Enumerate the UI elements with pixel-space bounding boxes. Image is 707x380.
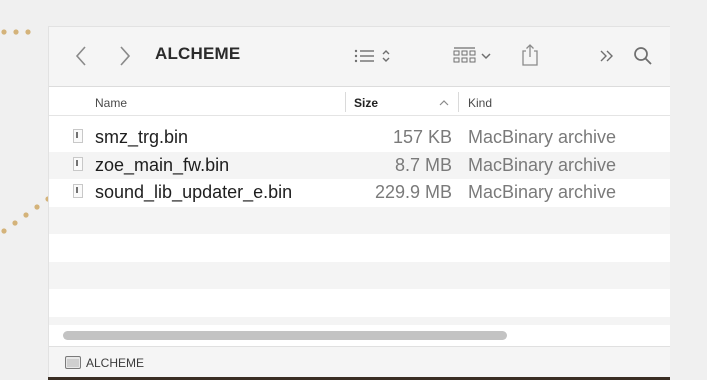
empty-row	[49, 234, 670, 262]
file-kind: MacBinary archive	[468, 182, 617, 202]
column-divider[interactable]	[345, 92, 346, 112]
file-list: smz_trg.bin 157 KB MacBinary archive zoe…	[49, 124, 670, 325]
column-name[interactable]: Name	[95, 96, 127, 110]
document-icon	[73, 129, 83, 143]
folder-icon	[65, 356, 81, 369]
file-kind: MacBinary archive	[468, 127, 617, 147]
share-icon[interactable]	[521, 43, 539, 67]
column-size[interactable]: Size	[354, 96, 378, 110]
file-name: zoe_main_fw.bin	[95, 154, 230, 175]
toolbar: ALCHEME	[49, 27, 670, 87]
file-row[interactable]: sound_lib_updater_e.bin 229.9 MB MacBina…	[49, 179, 670, 207]
path-item[interactable]: ALCHEME	[86, 356, 144, 370]
sort-ascending-icon	[439, 100, 449, 106]
list-view-icon[interactable]	[354, 48, 396, 64]
column-kind[interactable]: Kind	[468, 96, 492, 110]
empty-row	[49, 261, 670, 289]
file-name: smz_trg.bin	[95, 127, 189, 147]
empty-row	[49, 289, 670, 317]
icon-grid-icon[interactable]	[453, 46, 495, 66]
file-row[interactable]: smz_trg.bin 157 KB MacBinary archive	[49, 124, 670, 152]
search-icon[interactable]	[633, 46, 653, 66]
document-icon	[73, 184, 83, 198]
file-row[interactable]: zoe_main_fw.bin 8.7 MB MacBinary archive	[49, 151, 670, 179]
file-kind: MacBinary archive	[468, 154, 617, 175]
double-chevron-icon[interactable]	[599, 49, 615, 63]
path-bar: ALCHEME	[49, 346, 670, 377]
column-header: Name Size Kind	[49, 88, 670, 116]
file-size: 8.7 MB	[394, 154, 452, 175]
file-size: 157 KB	[392, 127, 452, 147]
chevron-right-icon[interactable]	[119, 45, 131, 67]
document-icon	[73, 156, 83, 171]
finder-window: ALCHEME Name Size Kind smz_trg.bin 157 K…	[48, 26, 670, 377]
column-divider[interactable]	[458, 92, 459, 112]
annotation-dotted-line	[1, 29, 31, 35]
window-title: ALCHEME	[155, 44, 241, 63]
file-size: 229.9 MB	[374, 182, 452, 202]
file-name: sound_lib_updater_e.bin	[95, 182, 293, 202]
empty-row	[49, 206, 670, 234]
chevron-left-icon[interactable]	[75, 45, 87, 67]
empty-row	[49, 316, 670, 325]
scrollbar-thumb[interactable]	[63, 331, 507, 340]
